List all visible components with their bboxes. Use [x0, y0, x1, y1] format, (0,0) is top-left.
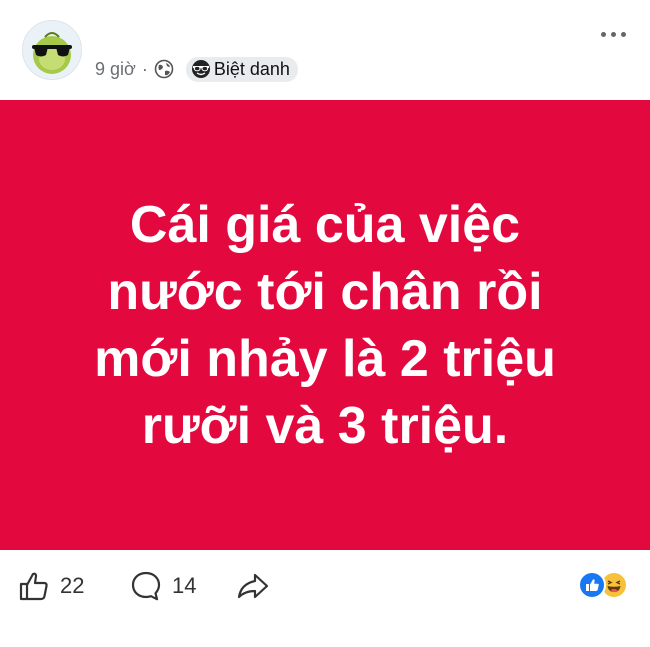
nickname-label: Biệt danh — [213, 58, 290, 79]
profile-avatar[interactable] — [22, 20, 82, 80]
post-card: 9 giờ · Biệt danh Cái giá của việc nước … — [0, 0, 650, 647]
more-dot — [611, 32, 616, 37]
thumbs-up-icon — [19, 572, 48, 601]
share-button[interactable] — [236, 570, 270, 602]
like-count: 22 — [60, 573, 85, 598]
post-meta: 9 giờ · Biệt danh — [95, 56, 298, 82]
post-header: 9 giờ · Biệt danh — [0, 0, 650, 100]
more-dot — [621, 32, 626, 37]
like-reaction-icon — [578, 571, 606, 599]
globe-icon[interactable] — [154, 59, 174, 79]
sunglasses-emoji-icon — [191, 60, 210, 78]
share-arrow-icon — [237, 573, 269, 599]
post-time[interactable]: 9 giờ — [95, 59, 136, 80]
reaction-summary[interactable] — [578, 571, 636, 601]
like-reaction-glyph — [586, 579, 599, 591]
meta-separator: · — [141, 58, 148, 79]
comment-button[interactable]: 14 — [130, 570, 196, 602]
sunglasses-fruit-avatar-icon — [23, 21, 81, 79]
post-actions: 22 14 — [0, 560, 650, 620]
banner-text: Cái giá của việc nước tới chân rồi mới n… — [25, 192, 625, 460]
comment-count: 14 — [172, 573, 197, 598]
more-dot — [601, 32, 606, 37]
banner-line: nước tới chân rồi — [107, 263, 543, 321]
like-button[interactable]: 22 — [18, 570, 84, 602]
banner-line: rưỡi và 3 triệu. — [141, 397, 509, 455]
more-options-icon[interactable] — [600, 30, 628, 40]
post-text-banner[interactable]: Cái giá của việc nước tới chân rồi mới n… — [0, 100, 650, 550]
banner-line: Cái giá của việc — [129, 196, 521, 254]
banner-line: mới nhảy là 2 triệu — [94, 330, 556, 388]
comment-bubble-icon — [131, 571, 161, 601]
nickname-badge[interactable]: Biệt danh — [185, 56, 298, 82]
